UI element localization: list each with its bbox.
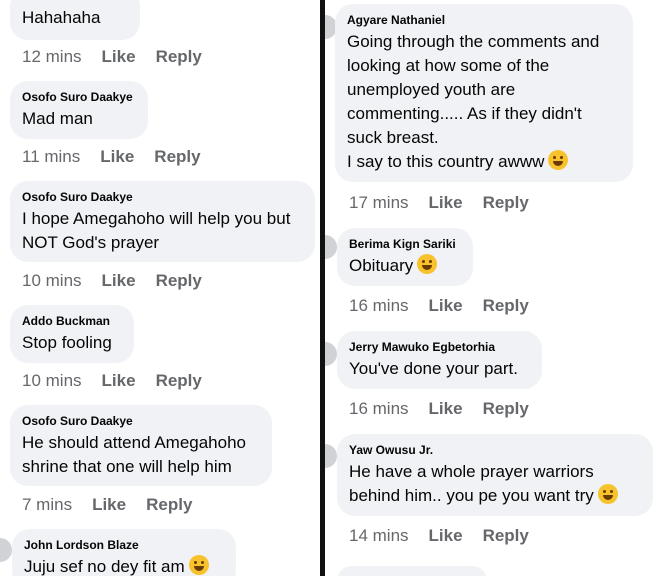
comment-time: 7 mins (22, 495, 73, 514)
comment-time: 16 mins (349, 399, 409, 418)
comment-bubble: Jerry Mawuko Egbetorhia You've done your… (337, 331, 542, 389)
like-button[interactable]: Like (102, 371, 136, 391)
comment-author[interactable]: Agyare Nathaniel (347, 13, 619, 28)
comment-text: I hope Amegahoho will help you but NOT G… (22, 209, 291, 252)
like-button[interactable]: Like (429, 193, 463, 213)
comment-author[interactable]: Berima Kign Sariki (349, 237, 459, 252)
comment-text: Mad man (22, 109, 93, 128)
comment-bubble: Agyare Nathaniel Going through the comme… (335, 4, 633, 182)
comment-text: You've done your part. (349, 359, 518, 378)
comment-author[interactable]: John Lordson Blaze (24, 538, 222, 553)
like-button[interactable]: Like (429, 296, 463, 316)
comment-author[interactable]: Jerry Mawuko Egbetorhia (349, 340, 528, 355)
reply-button[interactable]: Reply (483, 526, 529, 546)
reply-button[interactable]: Reply (156, 371, 202, 391)
comment-author[interactable]: Addo Buckman (22, 314, 120, 329)
comment-text-content: Juju sef no dey fit am (24, 557, 185, 576)
reply-button[interactable]: Reply (483, 193, 529, 213)
comment-actions: 7 mins Like Reply (22, 495, 192, 515)
comment-time: 10 mins (22, 271, 82, 290)
like-button[interactable]: Like (92, 495, 126, 515)
comments-column-right: Agyare Nathaniel Going through the comme… (325, 0, 659, 576)
crying-emoji-icon (548, 150, 569, 170)
comment-text: Juju sef no dey fit am (24, 555, 222, 576)
comment-text-content: Obituary (349, 256, 414, 275)
reply-button[interactable]: Reply (154, 147, 200, 167)
avatar[interactable] (325, 235, 337, 259)
comment-author[interactable]: Yaw Owusu Jr. (349, 443, 639, 458)
like-button[interactable]: Like (102, 271, 136, 291)
comment-bubble: Hahahaha (10, 0, 140, 40)
comment-time: 16 mins (349, 296, 409, 315)
rofl-emoji-icon (188, 555, 209, 575)
rofl-emoji-icon (597, 484, 618, 504)
avatar[interactable] (325, 444, 337, 468)
comment-bubble: Osofo Suro Daakye He should attend Amega… (10, 405, 272, 486)
comment-bubble: Addo Buckman Stop fooling (10, 305, 134, 363)
comments-column-left: Hahahaha 12 mins Like Reply Osofo Suro Daa… (0, 0, 320, 576)
like-button[interactable]: Like (100, 147, 134, 167)
avatar[interactable] (0, 538, 12, 562)
comment-text: Going through the comments and looking a… (347, 30, 619, 174)
reply-button[interactable]: Reply (483, 399, 529, 419)
reply-button[interactable]: Reply (156, 47, 202, 67)
comment-bubble: Yaw Owusu Jr. He have a whole prayer war… (337, 434, 653, 516)
comment-actions: 14 mins Like Reply (349, 526, 529, 546)
comment-actions: 10 mins Like Reply (22, 271, 202, 291)
comment-time: 17 mins (349, 193, 409, 212)
comment-author[interactable]: Osofo Suro Daakye (22, 90, 134, 105)
comment-actions: 11 mins Like Reply (22, 147, 201, 167)
comment-actions: 16 mins Like Reply (349, 399, 529, 419)
comment-bubble: John Lordson Blaze Juju sef no dey fit a… (12, 529, 236, 576)
comment-bubble: Osofo Suro Daakye Mad man (10, 81, 148, 139)
comment-actions: 10 mins Like Reply (22, 371, 202, 391)
comment-actions: 17 mins Like Reply (349, 193, 529, 213)
like-button[interactable]: Like (102, 47, 136, 67)
comment-actions: 12 mins Like Reply (22, 47, 202, 67)
rofl-emoji-icon (417, 254, 438, 274)
comment-author[interactable]: Osofo Suro Daakye (22, 190, 301, 205)
comment-text-content: He have a whole prayer warriors behind h… (349, 462, 594, 505)
avatar[interactable] (325, 342, 337, 366)
reply-button[interactable]: Reply (146, 495, 192, 515)
comment-time: 12 mins (22, 47, 82, 66)
comment-bubble-partial (337, 566, 487, 576)
comment-author[interactable]: Osofo Suro Daakye (22, 414, 258, 429)
reply-button[interactable]: Reply (483, 296, 529, 316)
comment-text: Obituary (349, 254, 459, 278)
comment-time: 10 mins (22, 371, 82, 390)
comment-text: He should attend Amegahoho shrine that o… (22, 433, 247, 476)
reply-button[interactable]: Reply (156, 271, 202, 291)
comment-text: He have a whole prayer warriors behind h… (349, 460, 639, 508)
comment-bubble: Osofo Suro Daakye I hope Amegahoho will … (10, 181, 315, 262)
comment-actions: 16 mins Like Reply (349, 296, 529, 316)
like-button[interactable]: Like (429, 526, 463, 546)
comment-text: Stop fooling (22, 333, 112, 352)
comment-time: 14 mins (349, 526, 409, 545)
comment-time: 11 mins (22, 147, 81, 166)
like-button[interactable]: Like (429, 399, 463, 419)
comment-text: Hahahaha (22, 8, 101, 27)
comment-bubble: Berima Kign Sariki Obituary (337, 228, 473, 286)
